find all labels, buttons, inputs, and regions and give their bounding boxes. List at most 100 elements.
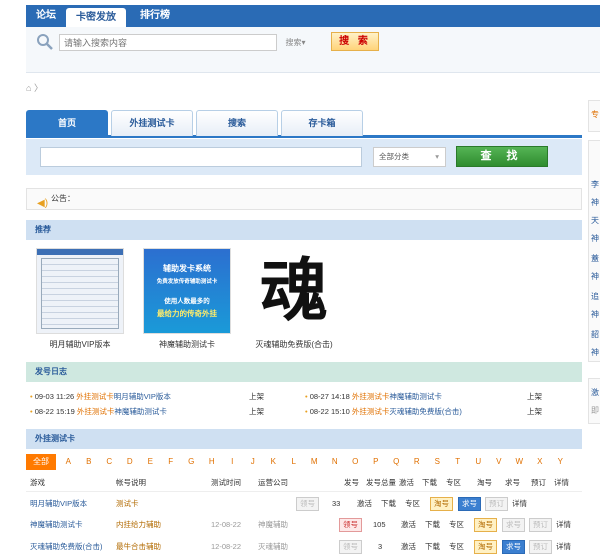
issue-button[interactable]: 领号 bbox=[296, 497, 319, 511]
zone-link[interactable]: 专区 bbox=[405, 495, 420, 513]
log-name[interactable]: 明月辅助VIP版本 bbox=[114, 392, 171, 401]
filter-letter[interactable]: W bbox=[509, 454, 530, 470]
issue-button[interactable]: 领号 bbox=[339, 540, 362, 554]
detail-link[interactable]: 详情 bbox=[556, 516, 571, 534]
breadcrumb-separator: 〉 bbox=[33, 83, 43, 93]
tao-button[interactable]: 淘号 bbox=[430, 497, 453, 511]
reserve-button[interactable]: 预订 bbox=[529, 540, 552, 554]
filter-letter[interactable]: M bbox=[304, 454, 325, 470]
sidebar-glyph[interactable]: 韶 bbox=[591, 329, 599, 340]
seek-button[interactable]: 求号 bbox=[502, 540, 525, 554]
log-entry[interactable]: • 08-22 15:19 外挂测试卡神魔辅助测试卡 上架 bbox=[30, 406, 264, 418]
app-screenshot-thumb[interactable] bbox=[36, 248, 124, 334]
filter-letter[interactable]: V bbox=[489, 454, 510, 470]
filter-letter[interactable]: X bbox=[530, 454, 551, 470]
filter-letter[interactable]: E bbox=[140, 454, 161, 470]
sidebar-glyph[interactable]: 神 bbox=[591, 197, 599, 208]
filter-letter[interactable]: I bbox=[222, 454, 243, 470]
filter-letter[interactable]: N bbox=[325, 454, 346, 470]
sidebar-glyph[interactable]: 神 bbox=[591, 347, 599, 358]
download-link[interactable]: 下载 bbox=[425, 516, 440, 534]
reserve-button[interactable]: 预订 bbox=[529, 518, 552, 532]
search-scope-select[interactable]: 搜索▾ bbox=[279, 35, 312, 50]
recommend-item[interactable]: 辅助发卡系统 免费发放传奇辅助测试卡 使用人数最多的 最给力的传奇外挂 神魔辅助… bbox=[137, 248, 237, 350]
log-entry[interactable]: • 08-27 14:18 外挂测试卡神魔辅助测试卡 上架 bbox=[305, 391, 542, 403]
sidebar-glyph[interactable]: 追 bbox=[591, 291, 599, 302]
log-tag[interactable]: 外挂测试卡 bbox=[352, 392, 390, 401]
detail-link[interactable]: 详情 bbox=[556, 538, 571, 556]
download-link[interactable]: 下载 bbox=[381, 495, 396, 513]
log-entry[interactable]: • 08-22 15:10 外挂测试卡灭魂辅助免费版(合击) 上架 bbox=[305, 406, 542, 418]
log-entry[interactable]: • 09-03 11:26 外挂测试卡明月辅助VIP版本 上架 bbox=[30, 391, 264, 403]
activate-link[interactable]: 激活 bbox=[401, 516, 416, 534]
reserve-button[interactable]: 预订 bbox=[485, 497, 508, 511]
sidebar-glyph[interactable]: 神 bbox=[591, 309, 599, 320]
issue-button[interactable]: 领号 bbox=[339, 518, 362, 532]
filter-letter[interactable]: Q bbox=[386, 454, 407, 470]
tao-button[interactable]: 淘号 bbox=[474, 518, 497, 532]
search-input[interactable] bbox=[59, 34, 277, 51]
filter-letter[interactable]: O bbox=[345, 454, 366, 470]
card-search-input[interactable] bbox=[40, 147, 362, 167]
activate-link[interactable]: 激活 bbox=[357, 495, 372, 513]
log-tag[interactable]: 外挂测试卡 bbox=[76, 392, 114, 401]
seek-button[interactable]: 求号 bbox=[458, 497, 481, 511]
home-icon[interactable]: ⌂ bbox=[26, 83, 31, 93]
banner-thumb[interactable]: 辅助发卡系统 免费发放传奇辅助测试卡 使用人数最多的 最给力的传奇外挂 bbox=[143, 248, 231, 334]
filter-letter[interactable]: T bbox=[448, 454, 469, 470]
tao-button[interactable]: 淘号 bbox=[474, 540, 497, 554]
recommend-caption[interactable]: 灭魂辅助免费版(合击) bbox=[244, 339, 344, 350]
filter-letter[interactable]: P bbox=[366, 454, 387, 470]
download-link[interactable]: 下载 bbox=[425, 538, 440, 556]
seek-button[interactable]: 求号 bbox=[502, 518, 525, 532]
filter-letter[interactable]: K bbox=[263, 454, 284, 470]
sidebar-box: 李 神 天 神 蓋 神 追 神 韶 神 bbox=[588, 140, 600, 362]
zone-link[interactable]: 专区 bbox=[449, 516, 464, 534]
nav-forum[interactable]: 论坛 bbox=[26, 5, 66, 27]
log-name[interactable]: 神魔辅助测试卡 bbox=[114, 407, 167, 416]
recommend-item[interactable]: 明月辅助VIP版本 bbox=[30, 248, 130, 350]
row-game[interactable]: 明月辅助VIP版本 bbox=[30, 495, 87, 513]
filter-letter[interactable]: L bbox=[284, 454, 305, 470]
activate-link[interactable]: 激活 bbox=[401, 538, 416, 556]
tab-home[interactable]: 首页 bbox=[26, 110, 108, 136]
nav-ranking[interactable]: 排行榜 bbox=[130, 5, 180, 27]
detail-link[interactable]: 详情 bbox=[512, 495, 527, 513]
category-select[interactable]: 全部分类 ▾ bbox=[373, 147, 446, 167]
sidebar-glyph[interactable]: 天 bbox=[591, 215, 599, 226]
sidebar-glyph[interactable]: 蓋 bbox=[591, 253, 599, 264]
log-name[interactable]: 神魔辅助测试卡 bbox=[389, 392, 442, 401]
filter-letter[interactable]: A bbox=[58, 454, 79, 470]
filter-letter[interactable]: B bbox=[79, 454, 100, 470]
filter-letter[interactable]: U bbox=[468, 454, 489, 470]
log-name[interactable]: 灭魂辅助免费版(合击) bbox=[389, 407, 462, 416]
filter-letter[interactable]: R bbox=[407, 454, 428, 470]
tab-search[interactable]: 搜索 bbox=[196, 110, 278, 136]
sidebar-glyph[interactable]: 李 bbox=[591, 179, 599, 190]
filter-letter[interactable]: H bbox=[202, 454, 223, 470]
find-button[interactable]: 查 找 bbox=[456, 146, 548, 167]
row-game[interactable]: 神魔辅助测试卡 bbox=[30, 516, 83, 534]
filter-letter[interactable]: J bbox=[243, 454, 264, 470]
recommend-caption[interactable]: 明月辅助VIP版本 bbox=[30, 339, 130, 350]
filter-letter[interactable]: F bbox=[161, 454, 182, 470]
zone-link[interactable]: 专区 bbox=[449, 538, 464, 556]
recommend-caption[interactable]: 神魔辅助测试卡 bbox=[137, 339, 237, 350]
row-game[interactable]: 灭魂辅助免费版(合击) bbox=[30, 538, 103, 556]
recommend-item[interactable]: 魂 灭魂辅助免费版(合击) bbox=[244, 248, 344, 350]
tab-card-box[interactable]: 存卡箱 bbox=[281, 110, 363, 136]
sidebar-glyph[interactable]: 神 bbox=[591, 233, 599, 244]
nav-card-issue[interactable]: 卡密发放 bbox=[66, 8, 126, 27]
filter-letter[interactable]: G bbox=[181, 454, 202, 470]
log-tag[interactable]: 外挂测试卡 bbox=[77, 407, 115, 416]
filter-letter[interactable]: C bbox=[99, 454, 120, 470]
tab-test-card[interactable]: 外挂测试卡 bbox=[111, 110, 193, 136]
calligraphy-thumb[interactable]: 魂 bbox=[250, 248, 338, 334]
log-tag[interactable]: 外挂测试卡 bbox=[352, 407, 390, 416]
search-button[interactable]: 搜 索 bbox=[331, 32, 379, 51]
filter-letter[interactable]: D bbox=[120, 454, 141, 470]
sidebar-glyph[interactable]: 神 bbox=[591, 271, 599, 282]
filter-letter[interactable]: Y bbox=[550, 454, 571, 470]
filter-all[interactable]: 全部 bbox=[26, 454, 56, 470]
filter-letter[interactable]: S bbox=[427, 454, 448, 470]
